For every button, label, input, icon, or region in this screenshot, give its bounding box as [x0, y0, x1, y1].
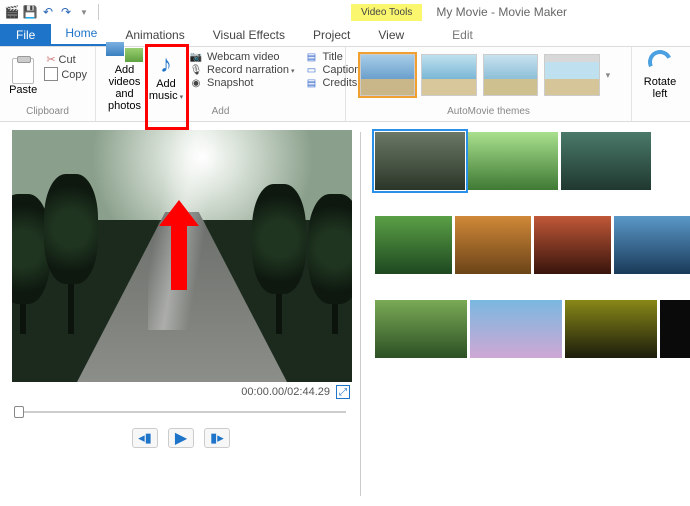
clip-1[interactable]	[375, 132, 465, 190]
clip-4[interactable]	[375, 216, 452, 274]
theme-more-button[interactable]: ▾	[606, 54, 617, 96]
playback-time: 00:00.00/02:44.29	[241, 386, 330, 398]
video-tools-tab[interactable]: Video Tools	[351, 4, 422, 21]
automovie-theme-2[interactable]	[421, 54, 476, 96]
paste-button[interactable]: Paste	[6, 50, 40, 104]
save-icon[interactable]: 💾	[22, 4, 38, 20]
cut-label: Cut	[59, 54, 76, 66]
add-music-button[interactable]: ♪ Add music	[147, 50, 185, 104]
add-videos-label: Add videos and photos	[106, 64, 143, 112]
app-icon: 🎬	[4, 4, 20, 20]
separator	[98, 4, 99, 20]
automovie-theme-1[interactable]	[360, 54, 415, 96]
record-label: Record narration	[207, 64, 294, 76]
tab-project[interactable]: Project	[299, 24, 364, 46]
cut-icon: ✂	[46, 53, 55, 66]
tab-visual-effects[interactable]: Visual Effects	[199, 24, 299, 46]
storyboard[interactable]	[361, 122, 690, 506]
undo-icon[interactable]: ↶	[40, 4, 56, 20]
add-videos-button[interactable]: Add videos and photos	[102, 50, 147, 104]
snapshot-label: Snapshot	[207, 77, 253, 89]
credits-icon: ▤	[304, 77, 318, 89]
caption-icon: ▭	[304, 64, 318, 76]
tab-edit[interactable]: Edit	[438, 24, 487, 46]
copy-label: Copy	[61, 69, 87, 81]
title-icon: ▤	[304, 51, 318, 63]
clip-11[interactable]	[660, 300, 690, 358]
snapshot-icon: ◉	[189, 77, 203, 89]
redo-icon[interactable]: ↷	[58, 4, 74, 20]
prev-frame-button[interactable]: ◂▮	[132, 428, 158, 448]
seek-slider[interactable]	[12, 404, 350, 420]
seek-knob[interactable]	[14, 406, 24, 418]
tab-home[interactable]: Home	[51, 22, 111, 46]
record-narration-button[interactable]: 🎙 Record narration	[187, 64, 296, 76]
clip-10[interactable]	[565, 300, 657, 358]
rotate-left-label: Rotate left	[638, 76, 682, 100]
snapshot-button[interactable]: ◉ Snapshot	[187, 77, 296, 89]
next-frame-button[interactable]: ▮▸	[204, 428, 230, 448]
group-clipboard-label: Clipboard	[6, 106, 89, 118]
video-preview[interactable]	[12, 130, 352, 382]
clip-3[interactable]	[561, 132, 651, 190]
copy-icon	[46, 69, 58, 81]
clip-5[interactable]	[455, 216, 532, 274]
copy-button[interactable]: Copy	[44, 68, 89, 82]
add-music-label: Add music	[149, 78, 183, 102]
title-label: Title	[322, 51, 342, 63]
clip-2[interactable]	[468, 132, 558, 190]
qat-dropdown-icon[interactable]: ▼	[76, 4, 92, 20]
rotate-left-button[interactable]: Rotate left	[638, 50, 682, 100]
cut-button[interactable]: ✂ Cut	[44, 52, 89, 67]
group-automovie-label: AutoMovie themes	[352, 106, 625, 118]
music-note-icon: ♪	[160, 52, 172, 78]
paste-label: Paste	[9, 84, 37, 96]
webcam-icon: 📷	[189, 51, 203, 63]
tab-view[interactable]: View	[364, 24, 418, 46]
rotate-left-icon	[645, 47, 676, 78]
automovie-theme-4[interactable]	[544, 54, 599, 96]
fullscreen-button[interactable]: ⤢	[336, 385, 350, 399]
webcam-video-button[interactable]: 📷 Webcam video	[187, 51, 296, 63]
clip-8[interactable]	[375, 300, 467, 358]
add-videos-icon	[106, 42, 143, 62]
group-add-label: Add	[102, 106, 339, 118]
tab-file[interactable]: File	[0, 24, 51, 46]
automovie-theme-3[interactable]	[483, 54, 538, 96]
play-button[interactable]: ▶	[168, 428, 194, 448]
webcam-label: Webcam video	[207, 51, 280, 63]
clip-9[interactable]	[470, 300, 562, 358]
paste-icon	[12, 58, 34, 84]
window-title: My Movie - Movie Maker	[424, 5, 567, 19]
mic-icon: 🎙	[189, 64, 203, 76]
clip-6[interactable]	[534, 216, 611, 274]
clip-7[interactable]	[614, 216, 690, 274]
